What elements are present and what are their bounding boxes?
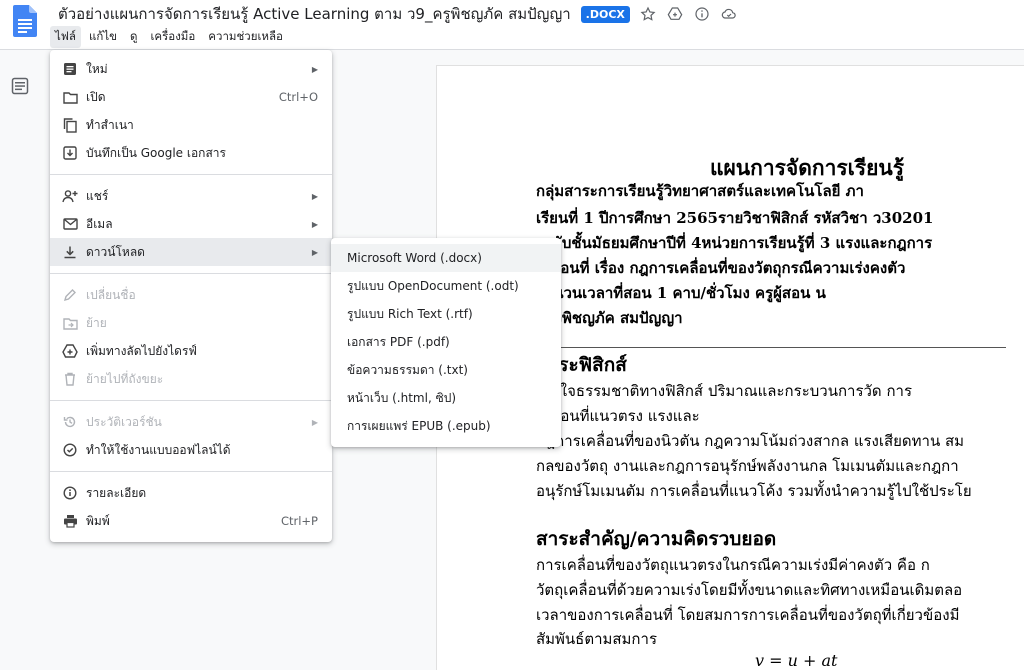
app-header: ตัวอย่างแผนการจัดการเรียนรู้ Active Lear… — [0, 0, 1024, 50]
download-option-txt[interactable]: ข้อความธรรมดา (.txt) — [331, 356, 561, 384]
email-icon — [62, 216, 78, 232]
download-icon — [62, 244, 78, 260]
rename-pencil-icon — [62, 287, 78, 303]
menu-item-open[interactable]: เปิด Ctrl+O — [50, 83, 332, 111]
download-option-html[interactable]: หน้าเว็บ (.html, ซิป) — [331, 384, 561, 412]
doc-paragraph-line: กฎการเคลื่อนที่ของนิวตัน กฎความโน้มถ่วงส… — [536, 432, 965, 450]
menu-item-add-shortcut[interactable]: เพิ่มทางลัดไปยังไดรฟ์ — [50, 337, 332, 365]
horizontal-rule — [536, 347, 1006, 348]
folder-open-icon — [62, 89, 78, 105]
menu-view[interactable]: ดู — [125, 26, 142, 48]
menu-item-rename[interactable]: เปลี่ยนชื่อ — [50, 281, 332, 309]
google-docs-logo-icon[interactable] — [13, 5, 37, 37]
cloud-status-icon[interactable] — [720, 5, 738, 23]
menu-separator — [50, 273, 332, 274]
menu-edit[interactable]: แก้ไข — [84, 26, 122, 48]
title-row: ตัวอย่างแผนการจัดการเรียนรู้ Active Lear… — [58, 3, 738, 25]
doc-line: ระดับชั้นมัธยมศึกษาปีที่ 4หน่วยการเรียนร… — [536, 234, 933, 252]
doc-line: กลุ่มสาระการเรียนรู้วิทยาศาสตร์และเทคโนโ… — [536, 182, 864, 200]
print-icon — [62, 513, 78, 529]
document-title[interactable]: ตัวอย่างแผนการจัดการเรียนรู้ Active Lear… — [58, 2, 571, 26]
file-menu: ใหม่ ▶ เปิด Ctrl+O ทำสำเนา บันทึกเป็น Go… — [50, 50, 332, 542]
star-icon[interactable] — [639, 5, 657, 23]
menu-item-print[interactable]: พิมพ์ Ctrl+P — [50, 507, 332, 535]
save-as-docs-icon — [62, 145, 78, 161]
doc-paragraph-line: อนุรักษ์โมเมนตัม การเคลื่อนที่แนวโค้ง รว… — [536, 482, 972, 500]
submenu-arrow-icon: ▶ — [311, 191, 318, 201]
doc-paragraph-line: การเคลื่อนที่ของวัตถุแนวตรงในกรณีความเร่… — [536, 556, 930, 574]
download-option-epub[interactable]: การเผยแพร่ EPUB (.epub) — [331, 412, 561, 440]
add-to-drive-icon — [62, 343, 78, 359]
submenu-arrow-icon: ▶ — [311, 219, 318, 229]
menu-item-version-history[interactable]: ประวัติเวอร์ชัน ▶ — [50, 408, 332, 436]
download-submenu: Microsoft Word (.docx) รูปแบบ OpenDocume… — [331, 238, 561, 447]
doc-paragraph-line: สัมพันธ์ตามสมการ — [536, 630, 657, 648]
doc-paragraph-line: กลของวัตถุ งานและกฎการอนุรักษ์พลังงานกล … — [536, 457, 959, 475]
doc-line: เคลื่อนที่ เรื่อง กฎการเคลื่อนที่ของวัตถ… — [536, 259, 906, 277]
menu-file[interactable]: ไฟล์ — [50, 26, 81, 48]
offline-check-icon — [62, 442, 78, 458]
move-folder-icon — [62, 315, 78, 331]
equation: v = u + at — [755, 651, 838, 670]
doc-line: เรียนที่ 1 ปีการศึกษา 2565รายวิชาฟิสิกส์… — [536, 209, 934, 227]
new-document-icon — [62, 61, 78, 77]
move-to-drive-icon[interactable] — [666, 5, 684, 23]
info-icon — [62, 485, 78, 501]
doc-paragraph-line: วัตถุเคลื่อนที่ด้วยความเร่งโดยมีทั้งขนาด… — [536, 581, 963, 599]
menu-item-download[interactable]: ดาวน์โหลด ▶ — [50, 238, 332, 266]
section-heading: สาระสำคัญ/ความคิดรวบยอด — [536, 528, 777, 550]
menu-item-save-as-docs[interactable]: บันทึกเป็น Google เอกสาร — [50, 139, 332, 167]
download-option-docx[interactable]: Microsoft Word (.docx) — [331, 244, 561, 272]
menu-item-make-copy[interactable]: ทำสำเนา — [50, 111, 332, 139]
history-icon — [62, 414, 78, 430]
menu-help[interactable]: ความช่วยเหลือ — [203, 26, 288, 48]
menu-item-details[interactable]: รายละเอียด — [50, 479, 332, 507]
menubar: ไฟล์ แก้ไข ดู เครื่องมือ ความช่วยเหลือ — [50, 26, 291, 48]
menu-item-email[interactable]: อีเมล ▶ — [50, 210, 332, 238]
download-option-odt[interactable]: รูปแบบ OpenDocument (.odt) — [331, 272, 561, 300]
submenu-arrow-icon: ▶ — [311, 417, 318, 427]
doc-paragraph-line: เข้าใจธรรมชาติทางฟิสิกส์ ปริมาณและกระบวน… — [536, 382, 913, 400]
info-icon[interactable] — [693, 5, 711, 23]
submenu-arrow-icon: ▶ — [311, 247, 318, 257]
menu-separator — [50, 471, 332, 472]
doc-line: จำนวนเวลาที่สอน 1 คาบ/ชั่วโมง ครูผู้สอน … — [536, 284, 826, 302]
menu-tools[interactable]: เครื่องมือ — [145, 26, 200, 48]
menu-item-move[interactable]: ย้าย — [50, 309, 332, 337]
menu-separator — [50, 400, 332, 401]
menu-item-new[interactable]: ใหม่ ▶ — [50, 55, 332, 83]
download-option-pdf[interactable]: เอกสาร PDF (.pdf) — [331, 328, 561, 356]
menu-item-share[interactable]: แชร์ ▶ — [50, 182, 332, 210]
doc-paragraph-line: เวลาของการเคลื่อนที่ โดยสมการการเคลื่อนท… — [536, 606, 960, 624]
copy-icon — [62, 117, 78, 133]
trash-icon — [62, 371, 78, 387]
menu-item-trash[interactable]: ย้ายไปที่ถังขยะ — [50, 365, 332, 393]
menu-separator — [50, 174, 332, 175]
submenu-arrow-icon: ▶ — [311, 64, 318, 74]
download-option-rtf[interactable]: รูปแบบ Rich Text (.rtf) — [331, 300, 561, 328]
file-extension-badge: .DOCX — [580, 5, 630, 23]
document-outline-icon[interactable] — [11, 77, 29, 95]
menu-item-make-offline[interactable]: ทำให้ใช้งานแบบออฟไลน์ได้ — [50, 436, 332, 464]
share-person-icon — [62, 188, 78, 204]
